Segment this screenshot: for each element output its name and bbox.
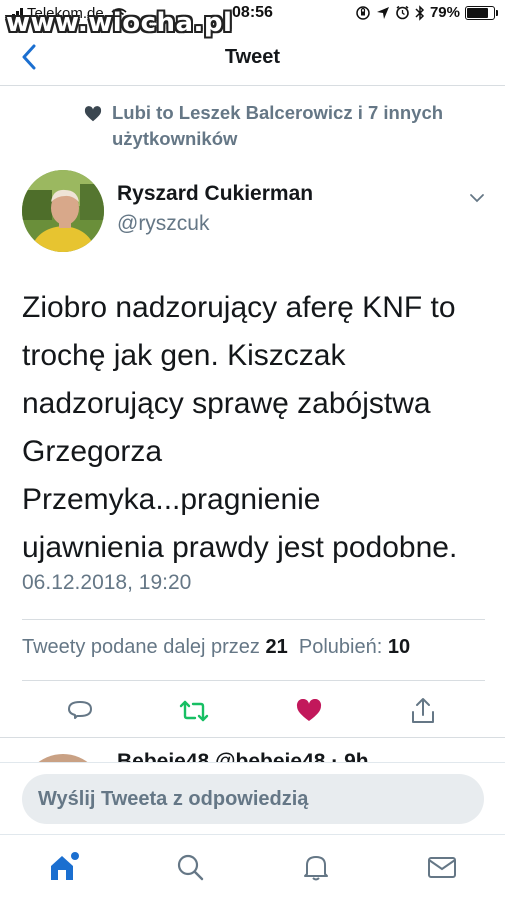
avatar[interactable] bbox=[22, 170, 104, 252]
home-icon bbox=[51, 852, 79, 880]
chevron-down-icon bbox=[470, 194, 484, 203]
tweet-text: Ziobro nadzorujący aferę KNF to trochę j… bbox=[22, 284, 492, 572]
tab-notifications[interactable] bbox=[298, 849, 334, 885]
mail-icon bbox=[428, 857, 456, 878]
next-reply-peek[interactable]: Bebeje48 @bebeje48 · 9h bbox=[0, 737, 505, 763]
retweets-label: Tweety podane dalej przez bbox=[22, 636, 260, 658]
share-icon bbox=[412, 698, 434, 723]
tweet-text-line: ujawnienia prawdy jest podobne. bbox=[22, 531, 458, 564]
search-icon bbox=[177, 854, 204, 881]
share-button[interactable] bbox=[406, 694, 440, 728]
tweet-text-line: Grzegorza bbox=[22, 435, 163, 468]
battery-icon bbox=[465, 5, 498, 20]
tweet-text-line: Przemyka...pragnienie bbox=[22, 483, 321, 516]
author-name[interactable]: Ryszard Cukierman bbox=[117, 182, 313, 206]
divider bbox=[22, 680, 485, 681]
retweet-icon bbox=[179, 700, 209, 722]
orientation-lock-icon bbox=[356, 5, 370, 20]
reply-button[interactable] bbox=[63, 694, 97, 728]
battery-percent: 79% bbox=[429, 4, 460, 21]
alarm-icon bbox=[396, 5, 409, 20]
tweet-timestamp: 06.12.2018, 19:20 bbox=[22, 571, 192, 594]
author-handle[interactable]: @ryszcuk bbox=[117, 212, 210, 236]
retweets-count: 21 bbox=[265, 636, 288, 658]
nav-bar: Tweet bbox=[0, 30, 505, 86]
status-right: 79% bbox=[355, 4, 498, 21]
tab-home[interactable] bbox=[46, 849, 82, 885]
liked-by-banner[interactable]: Lubi to Leszek Balcerowicz i 7 innych uż… bbox=[84, 100, 444, 152]
tab-messages[interactable] bbox=[424, 849, 460, 885]
tweet-text-line: Ziobro nadzorujący aferę KNF to bbox=[22, 291, 456, 324]
likes-label: Polubień: bbox=[298, 636, 383, 658]
retweets-stat[interactable]: Tweety podane dalej przez 21 bbox=[22, 636, 288, 658]
reply-icon bbox=[68, 701, 92, 719]
bell-icon bbox=[304, 856, 328, 881]
location-icon bbox=[376, 6, 389, 19]
heart-filled-icon bbox=[296, 699, 322, 721]
tweet-actions bbox=[22, 690, 485, 730]
page-title: Tweet bbox=[224, 46, 281, 68]
tab-bar bbox=[0, 834, 505, 900]
tweet-text-line: nadzorujący sprawę zabójstwa bbox=[22, 387, 431, 420]
heart-icon bbox=[84, 106, 102, 122]
likes-count: 10 bbox=[387, 636, 411, 658]
bluetooth-icon bbox=[415, 4, 425, 21]
watermark: www.wiocha.pl bbox=[6, 8, 233, 38]
likes-stat[interactable]: Polubień: 10 bbox=[299, 636, 410, 658]
reply-bar: Wyślij Tweeta z odpowiedzią bbox=[0, 762, 505, 834]
avatar-photo bbox=[22, 170, 104, 252]
tweet-screen: www.wiocha.pl Telekom.de 08:56 79% Tweet… bbox=[0, 0, 505, 900]
tab-search[interactable] bbox=[172, 849, 208, 885]
engagement-stats: Tweety podane dalej przez 21 Polubień: 1… bbox=[22, 636, 505, 659]
liked-by-text: Lubi to Leszek Balcerowicz i 7 innych uż… bbox=[112, 102, 444, 149]
tweet-options-button[interactable] bbox=[462, 186, 492, 210]
like-button[interactable] bbox=[292, 694, 326, 728]
retweet-button[interactable] bbox=[177, 694, 211, 728]
reply-input[interactable]: Wyślij Tweeta z odpowiedzią bbox=[22, 774, 484, 824]
tweet-text-line: trochę jak gen. Kiszczak bbox=[22, 339, 346, 372]
divider bbox=[22, 619, 485, 620]
